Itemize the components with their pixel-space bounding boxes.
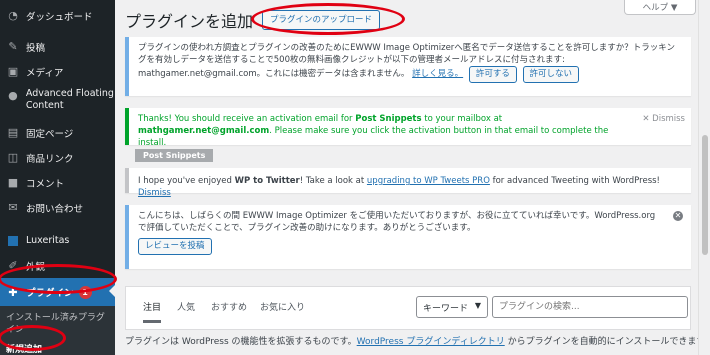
pin-icon: ✎ bbox=[8, 40, 18, 53]
product-link-icon: ◫ bbox=[7, 151, 19, 164]
post-snippets-notice: Thanks! You should receive an activation… bbox=[125, 108, 691, 148]
menu-label: Advanced Floating Content bbox=[25, 88, 114, 111]
wp-to-twitter-notice: I hope you've enjoyed WP to Twitter! Tak… bbox=[125, 168, 691, 198]
twitter-text-mid: ! Take a look at bbox=[299, 176, 367, 186]
learn-more-link[interactable]: 詳しく見る。 bbox=[412, 69, 463, 79]
close-icon[interactable]: ✕ bbox=[673, 211, 683, 221]
desc-text-pre: プラグインは WordPress の機能性を拡張するものです。 bbox=[125, 337, 357, 347]
comment-icon: ■ bbox=[7, 176, 19, 189]
tab-popular[interactable]: 人気 bbox=[177, 300, 195, 313]
menu-label: 固定ページ bbox=[26, 128, 74, 140]
menu-label: ダッシュボード bbox=[26, 11, 93, 23]
plugin-search-input[interactable] bbox=[492, 296, 688, 318]
scrollbar[interactable] bbox=[698, 0, 710, 355]
tab-featured[interactable]: 注目 bbox=[143, 300, 162, 323]
luxeritas-icon bbox=[6, 234, 20, 248]
twitter-bold-name: WP to Twitter bbox=[234, 176, 300, 186]
tab-recommended[interactable]: おすすめ bbox=[211, 300, 247, 313]
media-icon: ▣ bbox=[7, 65, 19, 78]
plugins-description: プラグインは WordPress の機能性を拡張するものです。WordPress… bbox=[125, 336, 705, 349]
twitter-dismiss-link[interactable]: Dismiss bbox=[138, 188, 171, 198]
menu-pages[interactable]: ▤ 固定ページ bbox=[0, 120, 115, 145]
menu-luxeritas[interactable]: Luxeritas bbox=[0, 228, 115, 253]
dismiss-label: Dismiss bbox=[652, 114, 685, 124]
floating-content-icon: ● bbox=[8, 88, 18, 102]
pages-icon: ▤ bbox=[7, 126, 19, 139]
main-content: プラグインを追加 プラグインのアップロード ヘルプ ▼ プラグインの使われ方調査… bbox=[115, 0, 710, 355]
ewww-review-text: こんにちは、しばらくの間 EWWW Image Optimizer をご使用いた… bbox=[138, 211, 656, 233]
post-snippets-text-mid: to your mailbox at bbox=[421, 114, 503, 124]
help-tab-button[interactable]: ヘルプ ▼ bbox=[624, 0, 696, 15]
post-snippets-tag: Post Snippets bbox=[135, 149, 214, 162]
menu-contact[interactable]: ✉ お問い合わせ bbox=[0, 195, 115, 220]
allow-button[interactable]: 許可する bbox=[468, 66, 517, 83]
menu-comments[interactable]: ■ コメント bbox=[0, 170, 115, 195]
chevron-down-icon: ▼ bbox=[474, 301, 481, 310]
page-title: プラグインを追加 bbox=[125, 12, 254, 31]
ewww-tracking-text: プラグインの使われ方調査とプラグインの改善のためにEWWW Image Opti… bbox=[138, 43, 676, 79]
upgrade-link[interactable]: upgrading to WP Tweets PRO bbox=[367, 176, 490, 186]
tab-favorites[interactable]: お気に入り bbox=[260, 300, 305, 313]
post-snippets-bold-email: mathgamer.net@gmail.com bbox=[138, 126, 270, 136]
menu-label: 商品リンク bbox=[26, 153, 74, 165]
scroll-thumb[interactable] bbox=[702, 135, 708, 255]
deny-button[interactable]: 許可しない bbox=[522, 66, 580, 83]
desc-text-post: からプラグインを自動的にインストールできます。またはこのページの最上部にあるボタ… bbox=[507, 337, 705, 347]
menu-label: コメント bbox=[26, 178, 65, 190]
menu-dashboard[interactable]: ◔ ダッシュボード bbox=[0, 3, 115, 28]
ewww-tracking-notice: プラグインの使われ方調査とプラグインの改善のためにEWWW Image Opti… bbox=[125, 37, 691, 96]
search-type-value: キーワード bbox=[423, 304, 469, 314]
post-snippets-text-pre: Thanks! You should receive an activation… bbox=[138, 114, 356, 124]
plugin-filter-bar: 注目 人気 おすすめ お気に入り キーワード ▼ bbox=[125, 286, 691, 330]
post-review-button[interactable]: レビューを投稿 bbox=[138, 238, 212, 255]
dashboard-icon: ◔ bbox=[8, 9, 18, 22]
menu-product-link[interactable]: ◫ 商品リンク bbox=[0, 145, 115, 170]
menu-media[interactable]: ▣ メディア bbox=[0, 59, 115, 84]
mail-icon: ✉ bbox=[8, 201, 18, 214]
post-snippets-dismiss[interactable]: ✕ Dismiss bbox=[642, 113, 685, 125]
plugin-directory-link[interactable]: WordPress プラグインディレクトリ bbox=[357, 337, 505, 347]
menu-advanced-floating-content[interactable]: ● Advanced Floating Content bbox=[0, 84, 115, 120]
twitter-text-pre: I hope you've enjoyed bbox=[138, 176, 235, 186]
close-icon: ✕ bbox=[642, 114, 650, 124]
ewww-review-notice: こんにちは、しばらくの間 EWWW Image Optimizer をご使用いた… bbox=[125, 205, 691, 269]
highlight-oval-plugins bbox=[0, 264, 117, 294]
post-snippets-bold-name: Post Snippets bbox=[355, 114, 422, 124]
highlight-oval-add-new bbox=[0, 325, 66, 351]
menu-posts[interactable]: ✎ 投稿 bbox=[0, 34, 115, 59]
menu-label: 投稿 bbox=[26, 42, 46, 54]
twitter-text-post: for advanced Tweeting with WordPress! bbox=[489, 176, 660, 186]
admin-sidebar: ◔ ダッシュボード ✎ 投稿 ▣ メディア ● Advanced Floatin… bbox=[0, 0, 117, 355]
menu-label: Luxeritas bbox=[26, 235, 70, 246]
search-type-select[interactable]: キーワード ▼ bbox=[416, 296, 488, 318]
menu-label: お問い合わせ bbox=[26, 203, 84, 215]
highlight-oval-upload bbox=[251, 3, 405, 35]
menu-label: メディア bbox=[26, 67, 64, 79]
